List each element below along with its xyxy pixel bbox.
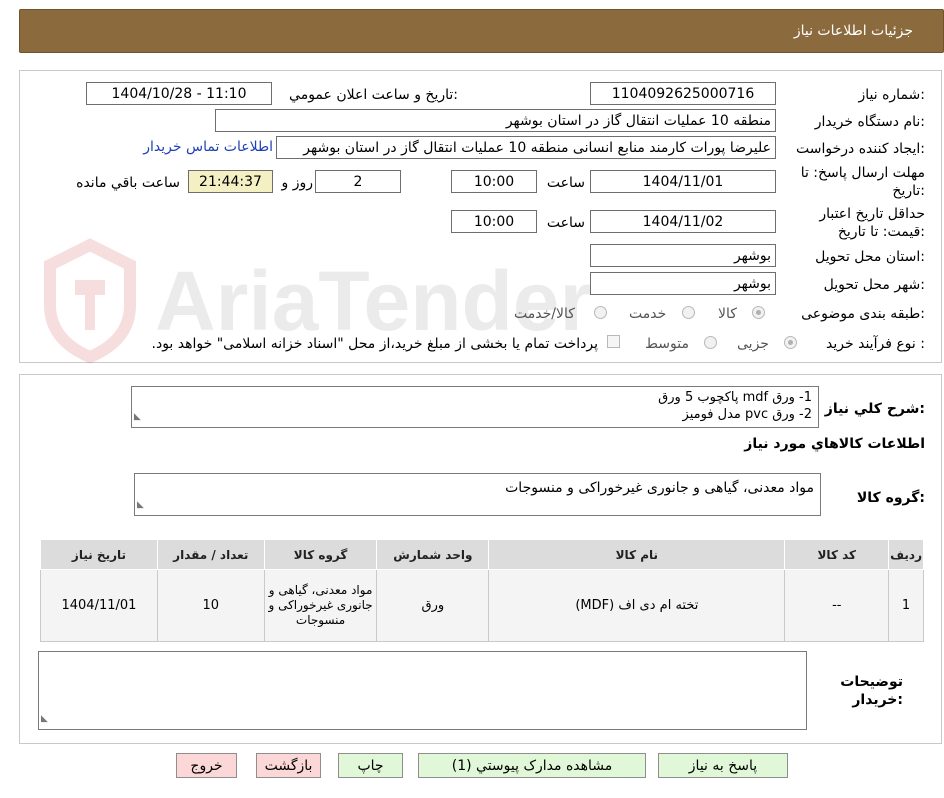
summary-label: شرح کلي نياز:: [824, 401, 925, 417]
cell-date: 1404/11/01: [40, 569, 158, 642]
category-goods-radio[interactable]: [752, 306, 765, 319]
exit-button[interactable]: خروج: [176, 753, 237, 778]
cell-name: تخته ام دی اف (MDF): [488, 569, 786, 642]
resize-grip-icon[interactable]: ◢: [137, 497, 144, 514]
province-field: بوشهر: [590, 244, 776, 267]
requester-field: علیرضا پورات کارمند منابع انسانی منطقه 1…: [276, 136, 776, 159]
buyer-org-field: منطقه 10 عملیات انتقال گاز در استان بوشه…: [215, 109, 776, 132]
deadline-date-field: 1404/11/01: [590, 170, 776, 193]
buyer-notes-textarea[interactable]: ◢: [38, 651, 807, 730]
attachments-button[interactable]: مشاهده مدارک پيوستي (1): [418, 753, 646, 778]
back-button[interactable]: بازگشت: [256, 753, 321, 778]
process-minor-radio[interactable]: [784, 336, 797, 349]
category-goods-label: کالا: [718, 306, 737, 322]
cell-qty: 10: [156, 569, 265, 642]
deadline-time-label: ساعت: [546, 175, 585, 191]
need-number-field: 1104092625000716: [590, 82, 776, 105]
buyer-contact-link[interactable]: اطلاعات تماس خريدار: [143, 139, 273, 155]
col-name-header: نام کالا: [488, 539, 786, 570]
summary-line-2: 2- ورق pvc مدل فومیز: [682, 407, 812, 422]
days-label: روز و: [281, 175, 314, 191]
process-medium-label: متوسط: [645, 336, 689, 352]
treasury-payment-checkbox[interactable]: [607, 335, 620, 348]
city-label: شهر محل تحويل:: [823, 277, 925, 293]
cell-group: مواد معدنی، گیاهی و جانوری غیرخوراکی و م…: [263, 569, 378, 642]
category-label: طبقه بندی موضوعی:: [801, 306, 925, 322]
goods-group-value: مواد معدنی، گیاهی و جانوری غیرخوراکی و م…: [505, 480, 814, 496]
announce-datetime-field: 1404/10/28 - 11:10: [86, 82, 272, 105]
goods-group-textarea[interactable]: مواد معدنی، گیاهی و جانوری غیرخوراکی و م…: [134, 473, 821, 516]
deadline-time-field: 10:00: [451, 170, 537, 193]
requester-label: ايجاد کننده درخواست:: [796, 141, 925, 157]
resize-grip-icon[interactable]: ◢: [41, 711, 48, 728]
reply-button[interactable]: پاسخ به نياز: [658, 753, 788, 778]
price-validity-time-label: ساعت: [546, 215, 585, 231]
cell-unit: ورق: [376, 569, 490, 642]
category-both-label: کالا/خدمت: [514, 306, 575, 322]
goods-table: رديف کد کالا نام کالا واحد شمارش گروه کا…: [40, 539, 924, 642]
goods-table-header: رديف کد کالا نام کالا واحد شمارش گروه کا…: [40, 539, 924, 570]
remaining-time-field: 21:44:37: [188, 170, 273, 193]
price-validity-date-field: 1404/11/02: [590, 210, 776, 233]
summary-textarea[interactable]: 1- ورق mdf پاکچوب 5 ورق 2- ورق pvc مدل ف…: [131, 386, 819, 428]
page-title: جزئيات اطلاعات نياز: [793, 23, 913, 39]
buyer-notes-label: توضيحات خريدار:: [840, 674, 903, 708]
cell-row: 1: [888, 569, 924, 642]
goods-group-label: گروه کالا:: [856, 490, 925, 506]
category-both-radio[interactable]: [594, 306, 607, 319]
buyer-org-label: نام دستگاه خريدار:: [814, 114, 925, 130]
cell-code: --: [784, 569, 890, 642]
price-validity-time-field: 10:00: [451, 210, 537, 233]
province-label: استان محل تحويل:: [815, 249, 925, 265]
process-type-label: نوع فرآيند خريد :: [826, 336, 925, 352]
price-validity-label: حداقل تاريخ اعتبار قيمت: تا تاريخ:: [819, 206, 925, 240]
print-button[interactable]: چاپ: [338, 753, 403, 778]
col-code-header: کد کالا: [784, 539, 890, 570]
col-group-header: گروه کالا: [263, 539, 378, 570]
days-field: 2: [315, 170, 401, 193]
announce-label: تاريخ و ساعت اعلان عمومي:: [289, 87, 458, 103]
deadline-label: مهلت ارسال پاسخ: تا تاريخ:: [800, 165, 925, 199]
remaining-time-label: ساعت باقي مانده: [76, 175, 180, 191]
category-service-label: خدمت: [629, 306, 667, 322]
goods-table-wrapper: رديف کد کالا نام کالا واحد شمارش گروه کا…: [40, 539, 924, 642]
col-row-header: رديف: [888, 539, 924, 570]
goods-info-title: اطلاعات کالاهاي مورد نياز: [744, 436, 925, 452]
process-medium-radio[interactable]: [704, 336, 717, 349]
table-row: 1 -- تخته ام دی اف (MDF) ورق مواد معدنی،…: [40, 569, 924, 642]
treasury-payment-note: پرداخت تمام يا بخشی از مبلغ خريد،از محل …: [151, 336, 598, 352]
col-unit-header: واحد شمارش: [376, 539, 490, 570]
process-minor-label: جزیی: [737, 336, 769, 352]
city-field: بوشهر: [590, 272, 776, 295]
need-number-label: شماره نياز:: [858, 87, 925, 103]
category-service-radio[interactable]: [682, 306, 695, 319]
col-date-header: تاريخ نياز: [40, 539, 158, 570]
summary-line-1: 1- ورق mdf پاکچوب 5 ورق: [658, 390, 812, 405]
page-title-bar: جزئيات اطلاعات نياز: [19, 9, 944, 53]
col-qty-header: تعداد / مقدار: [156, 539, 265, 570]
resize-grip-icon[interactable]: ◢: [134, 409, 141, 426]
